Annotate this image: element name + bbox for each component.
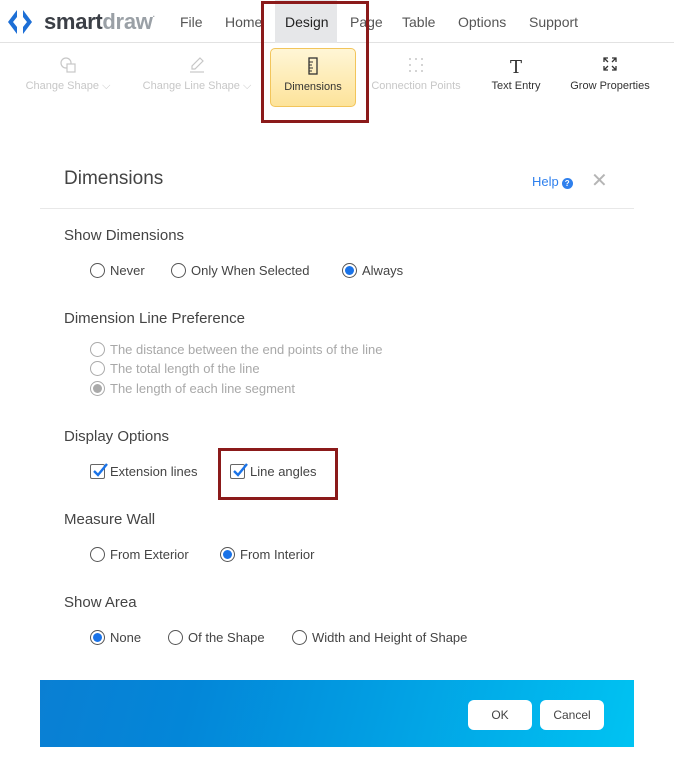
text-icon: T <box>509 57 522 78</box>
radio-area-width-height-label: Width and Height of Shape <box>312 630 468 645</box>
radio-total-length[interactable]: The total length of the line <box>90 361 260 376</box>
radio-never-circle[interactable] <box>90 263 105 278</box>
grow-properties-button[interactable]: Grow Properties <box>563 48 657 106</box>
checkbox-extension-lines[interactable]: Extension lines <box>90 463 198 479</box>
expand-icon <box>563 56 657 80</box>
radio-each-segment[interactable]: The length of each line segment <box>90 381 295 396</box>
trademark: · <box>152 12 156 21</box>
grow-properties-label: Grow Properties <box>570 80 650 92</box>
radio-area-of-shape[interactable]: Of the Shape <box>168 630 265 645</box>
radio-only-when-selected-circle[interactable] <box>171 263 186 278</box>
help-link[interactable]: Help? <box>532 174 573 189</box>
radio-area-width-height[interactable]: Width and Height of Shape <box>292 630 467 645</box>
display-options-heading: Display Options <box>64 428 170 445</box>
radio-from-interior-label: From Interior <box>240 547 315 562</box>
close-icon[interactable]: ✕ <box>591 168 608 193</box>
radio-only-when-selected[interactable]: Only When Selected <box>171 263 310 278</box>
line-preference-heading: Dimension Line Preference <box>64 310 245 327</box>
change-line-shape-label: Change Line Shape <box>142 80 240 92</box>
help-label: Help <box>532 174 559 189</box>
change-line-shape-button[interactable]: Change Line Shape ⌵ <box>136 48 258 106</box>
brand-smart: smart <box>44 9 103 34</box>
checkbox-extension-lines-box[interactable] <box>90 463 108 479</box>
ok-button[interactable]: OK <box>468 700 532 730</box>
radio-from-interior[interactable]: From Interior <box>220 547 314 562</box>
menu-support[interactable]: Support <box>519 0 588 43</box>
radio-area-of-shape-label: Of the Shape <box>188 630 265 645</box>
divider <box>40 208 634 209</box>
radio-area-none-circle[interactable] <box>90 630 105 645</box>
show-area-heading: Show Area <box>64 594 137 611</box>
question-icon: ? <box>561 178 573 189</box>
dialog-footer: OK Cancel <box>40 680 634 747</box>
menu-options[interactable]: Options <box>448 0 516 43</box>
radio-always[interactable]: Always <box>342 263 403 278</box>
brand-draw: draw <box>102 9 153 34</box>
radio-only-when-selected-label: Only When Selected <box>191 263 310 278</box>
dots-grid-icon <box>366 56 466 80</box>
dialog-title: Dimensions <box>64 168 164 189</box>
radio-never-label: Never <box>110 263 145 278</box>
connection-points-label: Connection Points <box>371 80 461 92</box>
text-entry-button[interactable]: T Text Entry <box>484 48 548 106</box>
smartdraw-logo-icon <box>8 10 32 34</box>
radio-never[interactable]: Never <box>90 263 145 278</box>
cancel-button[interactable]: Cancel <box>540 700 604 730</box>
radio-distance-endpoints[interactable]: The distance between the end points of t… <box>90 342 382 357</box>
radio-area-width-height-circle[interactable] <box>292 630 307 645</box>
highlight-annotation-dimensions <box>261 1 369 123</box>
pen-icon <box>136 56 258 80</box>
highlight-annotation-line-angles <box>218 448 338 500</box>
radio-total-length-label: The total length of the line <box>110 361 260 376</box>
radio-from-interior-circle[interactable] <box>220 547 235 562</box>
brand-logo-text: smartdraw· <box>44 9 155 35</box>
chevron-down-icon: ⌵ <box>102 80 111 92</box>
radio-each-segment-label: The length of each line segment <box>110 381 296 396</box>
radio-from-exterior-label: From Exterior <box>110 547 189 562</box>
radio-from-exterior-circle[interactable] <box>90 547 105 562</box>
checkbox-extension-lines-label: Extension lines <box>110 464 198 479</box>
measure-wall-heading: Measure Wall <box>64 511 156 528</box>
radio-distance-endpoints-label: The distance between the end points of t… <box>110 342 383 357</box>
change-shape-button[interactable]: Change Shape ⌵ <box>18 48 118 106</box>
radio-each-segment-circle[interactable] <box>90 381 105 396</box>
chevron-down-icon: ⌵ <box>242 80 252 92</box>
connection-points-button[interactable]: Connection Points <box>366 48 466 106</box>
change-shape-icon <box>18 56 118 80</box>
menu-file[interactable]: File <box>170 0 213 43</box>
radio-area-none[interactable]: None <box>90 630 141 645</box>
show-dimensions-heading: Show Dimensions <box>64 227 185 244</box>
radio-area-of-shape-circle[interactable] <box>168 630 183 645</box>
radio-distance-endpoints-circle[interactable] <box>90 342 105 357</box>
radio-from-exterior[interactable]: From Exterior <box>90 547 189 562</box>
radio-always-circle[interactable] <box>342 263 357 278</box>
radio-total-length-circle[interactable] <box>90 361 105 376</box>
radio-area-none-label: None <box>110 630 142 645</box>
text-entry-label: Text Entry <box>491 80 541 92</box>
radio-always-label: Always <box>362 263 404 278</box>
menu-table[interactable]: Table <box>392 0 445 43</box>
change-shape-label: Change Shape <box>25 80 99 92</box>
